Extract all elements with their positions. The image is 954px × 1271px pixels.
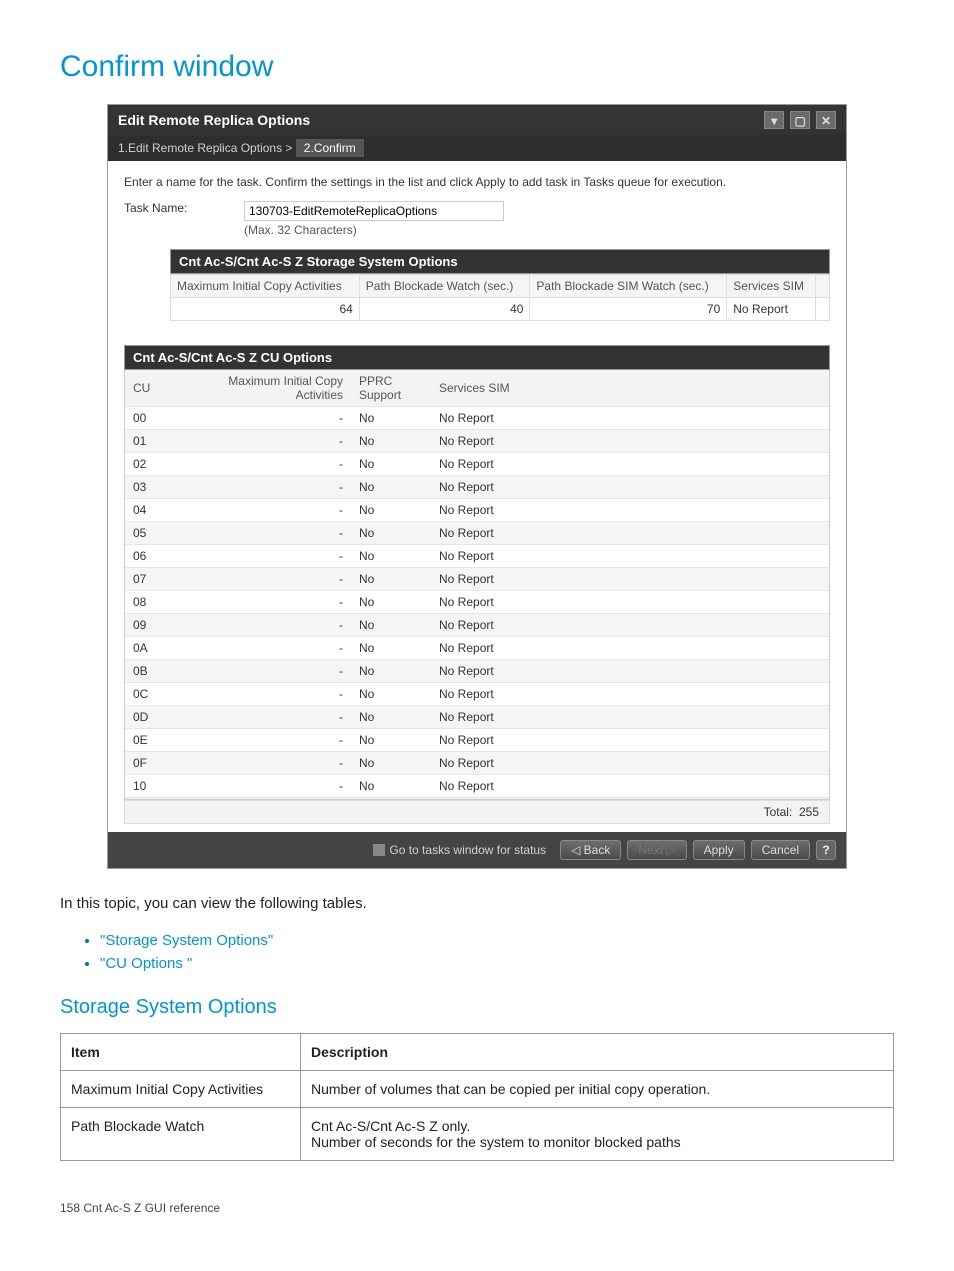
next-button: Next ▷ — [627, 840, 686, 860]
table-row[interactable]: 06-NoNo Report — [125, 545, 829, 568]
help-button[interactable]: ? — [816, 840, 836, 860]
doc-col-item: Item — [61, 1034, 301, 1071]
table-row[interactable]: 07-NoNo Report — [125, 568, 829, 591]
task-name-input[interactable] — [244, 201, 504, 221]
table-row: Maximum Initial Copy Activities Number o… — [61, 1071, 894, 1108]
close-icon[interactable]: ✕ — [816, 111, 836, 129]
cu-section-header: Cnt Ac-S/Cnt Ac-S Z CU Options — [124, 345, 830, 370]
sys-col-pathwatch: Path Blockade Watch (sec.) — [359, 275, 530, 298]
collapse-icon[interactable]: ▾ — [764, 111, 784, 129]
table-row[interactable]: 08-NoNo Report — [125, 591, 829, 614]
sys-col-maxcopy: Maximum Initial Copy Activities — [171, 275, 360, 298]
table-row: 64 40 70 No Report — [171, 298, 830, 321]
table-row[interactable]: 03-NoNo Report — [125, 476, 829, 499]
table-row[interactable]: 0D-NoNo Report — [125, 706, 829, 729]
table-row[interactable]: 09-NoNo Report — [125, 614, 829, 637]
storage-system-section-header: Cnt Ac-S/Cnt Ac-S Z Storage System Optio… — [170, 249, 830, 274]
step-1[interactable]: 1.Edit Remote Replica Options > — [118, 141, 292, 155]
table-row[interactable]: 0E-NoNo Report — [125, 729, 829, 752]
table-row[interactable]: 0F-NoNo Report — [125, 752, 829, 775]
cu-col-cu: CU — [125, 370, 171, 407]
cu-col-blank — [541, 370, 829, 407]
task-name-label: Task Name: — [124, 201, 244, 215]
table-row[interactable]: 02-NoNo Report — [125, 453, 829, 476]
cu-scroll[interactable]: CU Maximum Initial Copy Activities PPRC … — [124, 370, 830, 800]
task-name-hint: (Max. 32 Characters) — [244, 223, 504, 237]
intro-text: In this topic, you can view the followin… — [60, 895, 894, 912]
step-bar: 1.Edit Remote Replica Options > 2.Confir… — [108, 135, 846, 161]
topic-links: "Storage System Options" "CU Options " — [60, 932, 894, 972]
apply-button[interactable]: Apply — [693, 840, 745, 860]
table-row[interactable]: 04-NoNo Report — [125, 499, 829, 522]
instruction-text: Enter a name for the task. Confirm the s… — [124, 175, 830, 189]
cancel-button[interactable]: Cancel — [751, 840, 810, 860]
table-row: Path Blockade Watch Cnt Ac-S/Cnt Ac-S Z … — [61, 1108, 894, 1161]
doc-col-desc: Description — [301, 1034, 894, 1071]
confirm-dialog: Edit Remote Replica Options ▾ ▢ ✕ 1.Edit… — [107, 104, 847, 869]
cu-col-act: Maximum Initial Copy Activities — [171, 370, 351, 407]
total-label: Total: — [764, 805, 793, 819]
step-2: 2.Confirm — [296, 139, 364, 157]
table-row[interactable]: 01-NoNo Report — [125, 430, 829, 453]
go-to-tasks-checkbox[interactable] — [373, 844, 385, 856]
table-row[interactable]: 0B-NoNo Report — [125, 660, 829, 683]
page-title: Confirm window — [60, 50, 894, 84]
table-row[interactable]: 10-NoNo Report — [125, 775, 829, 798]
storage-system-options-doc-table: Item Description Maximum Initial Copy Ac… — [60, 1033, 894, 1161]
sys-col-pathsimwatch: Path Blockade SIM Watch (sec.) — [530, 275, 727, 298]
page-footer: 158 Cnt Ac-S Z GUI reference — [60, 1201, 894, 1215]
table-row[interactable]: 00-NoNo Report — [125, 407, 829, 430]
cu-options-table: CU Maximum Initial Copy Activities PPRC … — [125, 370, 829, 800]
sys-col-blank — [816, 275, 830, 298]
storage-system-table: Maximum Initial Copy Activities Path Blo… — [170, 274, 830, 321]
link-cu-options[interactable]: "CU Options " — [100, 955, 894, 972]
go-to-tasks-label[interactable]: Go to tasks window for status — [389, 843, 546, 857]
dialog-title: Edit Remote Replica Options — [118, 112, 310, 128]
table-row[interactable]: 0C-NoNo Report — [125, 683, 829, 706]
sub-heading: Storage System Options — [60, 996, 894, 1019]
cu-col-pprc: PPRC Support — [351, 370, 431, 407]
table-row[interactable]: 05-NoNo Report — [125, 522, 829, 545]
maximize-icon[interactable]: ▢ — [790, 111, 810, 129]
total-value: 255 — [799, 805, 819, 819]
sys-col-servicessim: Services SIM — [727, 275, 816, 298]
table-row[interactable]: 0A-NoNo Report — [125, 637, 829, 660]
back-button[interactable]: ◁ Back — [560, 840, 621, 860]
link-storage-system-options[interactable]: "Storage System Options" — [100, 932, 894, 949]
cu-col-sim: Services SIM — [431, 370, 541, 407]
